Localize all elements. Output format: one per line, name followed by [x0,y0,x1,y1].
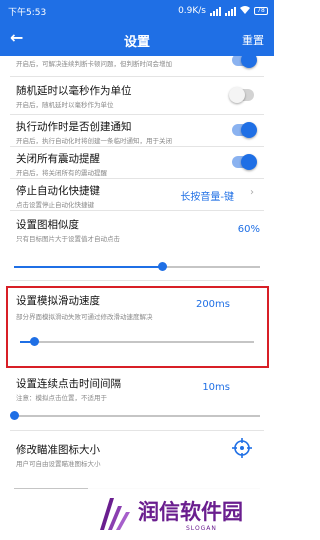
setting-description: 点击设置停止自动化快捷键 [16,201,94,209]
status-time: 下午5:53 [8,8,47,18]
setting-description: 开启后，将关闭所有的震动提醒 [16,169,107,177]
network-speed: 0.9K/s [178,6,206,16]
slider-thumb[interactable] [10,411,19,420]
setting-click-interval: 设置连续点击时间间隔 注意：模拟点击位置，不适用于 10ms [0,368,274,430]
setting-similarity: 设置图相似度 只有目标图片大于设置值才自动点击 60% [0,210,274,276]
crosshair-icon[interactable] [232,438,252,458]
toggle-switch[interactable] [232,154,257,170]
toggle-knob [241,122,257,138]
setting-title: 关闭所有震动提醒 [16,153,100,165]
status-icons: 0.9K/s 78 [178,5,268,17]
setting-top[interactable]: 开启后，可解决连续判断卡顿问题，但判断时间会增加 [0,56,274,74]
setting-title: 停止自动化快捷键 [16,185,100,197]
setting-description: 开启后，执行自动化时将创建一条临时通知，用于关闭 [16,137,172,145]
setting-title: 设置连续点击时间间隔 [16,378,121,390]
reset-button[interactable]: 重置 [242,32,264,48]
setting-vibrate[interactable]: 关闭所有震动提醒 开启后，将关闭所有的震动提醒 [0,146,274,178]
setting-value: 10ms [202,382,230,393]
setting-notify[interactable]: 执行动作时是否创建通知 开启后，执行自动化时将创建一条临时通知，用于关闭 [0,114,274,146]
watermark-brand: 润信软件园 [138,500,243,524]
setting-title: 执行动作时是否创建通知 [16,121,132,133]
app-bar: ← 设置 重置 [0,22,274,56]
setting-value: 60% [237,224,260,235]
setting-description: 用户可自由设置瞄准图标大小 [16,460,101,468]
battery-icon: 78 [254,7,268,15]
watermark: 润信软件园 SLOGAN [88,488,274,540]
wifi-icon [240,5,250,17]
toggle-switch[interactable] [232,56,257,68]
setting-stop-shortcut[interactable]: 停止自动化快捷键 点击设置停止自动化快捷键 长按音量-键 › [0,178,274,210]
toggle-knob [241,56,257,68]
setting-description: 开启后，可解决连续判断卡顿问题，但判断时间会增加 [16,60,172,68]
slider-thumb[interactable] [157,262,167,271]
setting-description: 注意：模拟点击位置，不适用于 [16,394,107,402]
slider-fill [14,266,162,268]
setting-title: 修改瞄准图标大小 [16,444,100,456]
setting-description: 开启后，随机延时以毫秒作为单位 [16,101,114,109]
toggle-switch[interactable] [229,87,254,103]
toggle-knob [241,154,257,170]
click-interval-slider[interactable] [10,411,260,420]
watermark-logo-icon [100,498,130,530]
status-bar: 下午5:53 0.9K/s 78 [0,0,274,22]
similarity-slider[interactable] [14,262,260,271]
setting-description: 只有目标图片大于设置值才自动点击 [16,235,120,243]
toggle-switch[interactable] [232,122,257,138]
watermark-slogan: SLOGAN [186,525,217,532]
toggle-knob [229,87,245,103]
settings-list: 开启后，可解决连续判断卡顿问题，但判断时间会增加 随机延时以毫秒作为单位 开启后… [0,56,274,540]
signal-2-icon [225,6,236,16]
setting-value: 长按音量-键 [180,192,234,203]
setting-random-ms[interactable]: 随机延时以毫秒作为单位 开启后，随机延时以毫秒作为单位 [0,76,274,114]
chevron-right-icon: › [250,187,254,198]
setting-title: 随机延时以毫秒作为单位 [16,85,132,97]
signal-icon [210,6,221,16]
highlight-box [6,286,269,368]
setting-title: 设置图相似度 [16,219,79,231]
page-title: 设置 [123,35,150,50]
